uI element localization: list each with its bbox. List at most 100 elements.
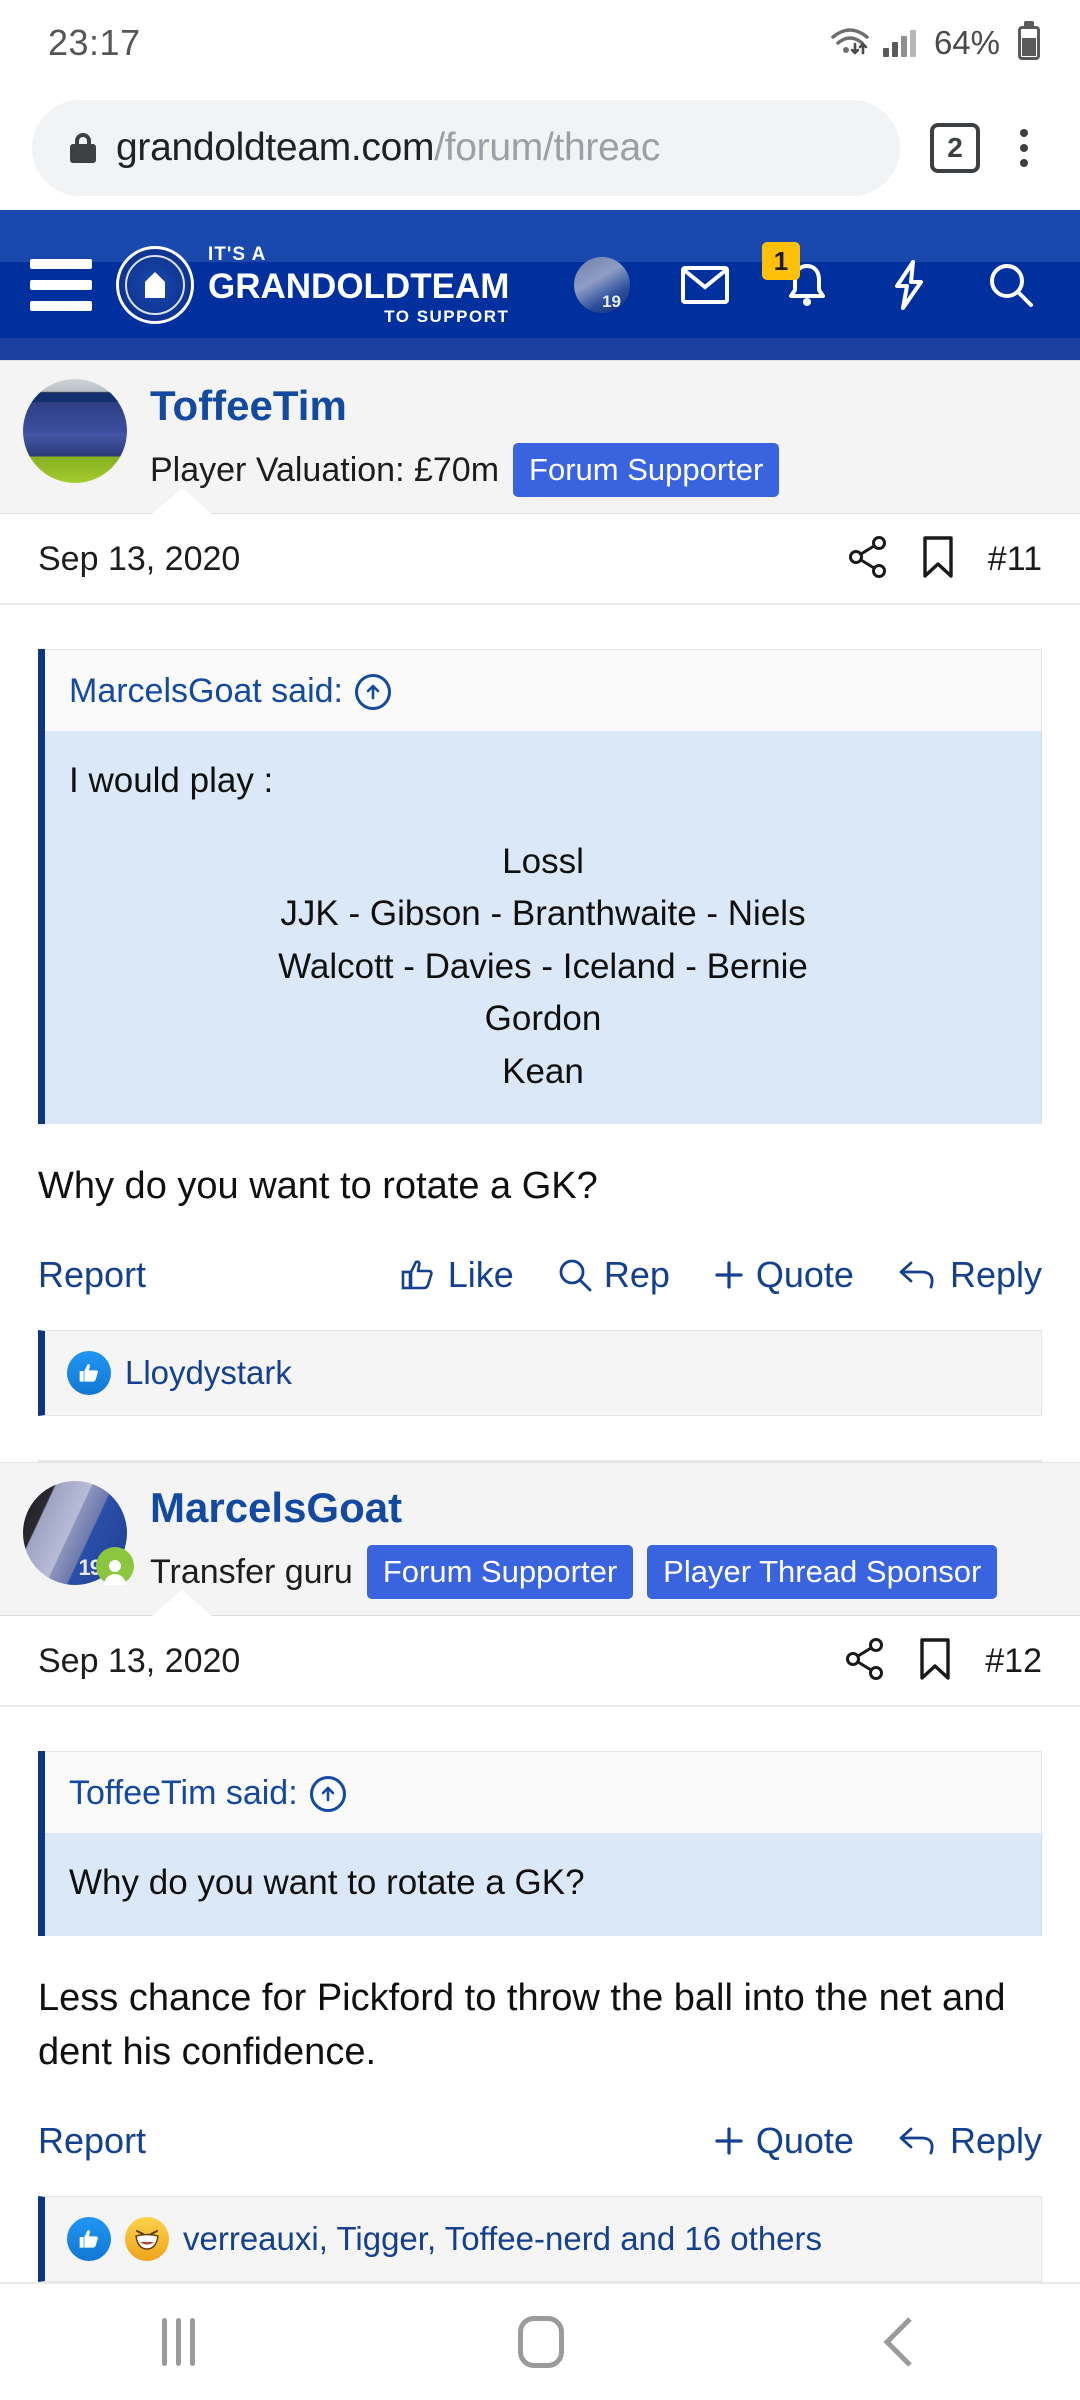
online-status-icon	[96, 1547, 134, 1586]
logo-line-3: TO SUPPORT	[384, 307, 510, 326]
like-reaction-icon	[67, 2216, 111, 2261]
post-body: Why do you want to rotate a GK?	[38, 1165, 598, 1208]
status-bar: 23:17 64%	[0, 0, 1080, 85]
post-username[interactable]: ToffeeTim	[150, 382, 1080, 429]
user-badge-forum-supporter[interactable]: Forum Supporter	[513, 443, 780, 498]
bell-icon[interactable]: 1	[762, 242, 834, 312]
haha-reaction-icon	[125, 2216, 169, 2261]
quote-button[interactable]: Quote	[714, 1254, 854, 1296]
quote-block: MarcelsGoat said: I would play : Lossl J…	[38, 649, 1042, 1125]
stadium-avatar[interactable]	[23, 379, 127, 483]
envelope-icon[interactable]	[678, 258, 732, 312]
back-icon[interactable]	[888, 2318, 918, 2366]
android-nav-bar	[0, 2282, 1080, 2400]
thread-page: ToffeeTim Player Valuation: £70m Forum S…	[0, 360, 1080, 2282]
search-icon[interactable]	[984, 258, 1038, 312]
reply-arrow-icon	[899, 2127, 934, 2155]
quote-line: JJK - Gibson - Branthwaite - Niels	[280, 894, 806, 934]
site-logo[interactable]: IT'S A GRANDOLDTEAM TO SUPPORT	[116, 245, 509, 325]
user-title: Player Valuation: £70m	[150, 450, 500, 489]
quote-label: Quote	[755, 1254, 854, 1296]
battery-percent: 64%	[933, 23, 1000, 61]
report-button[interactable]: Report	[38, 1254, 146, 1296]
post-actions: Report Like Rep Quote Reply	[38, 1214, 1042, 1326]
quote-line: Kean	[502, 1051, 584, 1091]
quote-author-label: ToffeeTim said:	[69, 1774, 298, 1813]
reaction-bar[interactable]: verreauxi, Tigger, Toffee-nerd and 16 ot…	[38, 2195, 1042, 2282]
recents-icon[interactable]	[161, 2318, 195, 2366]
reply-button[interactable]: Reply	[898, 2120, 1042, 2162]
plus-icon	[715, 2127, 743, 2155]
url-domain: grandoldteam.com	[116, 125, 435, 169]
quote-header[interactable]: MarcelsGoat said:	[45, 649, 1042, 732]
jump-to-post-icon[interactable]	[309, 1775, 346, 1812]
post-meta-row: Sep 13, 2020 #12	[0, 1616, 1080, 1708]
post-meta-row: Sep 13, 2020 #11	[0, 514, 1080, 606]
post-username[interactable]: MarcelsGoat	[150, 1484, 1080, 1531]
like-button[interactable]: Like	[400, 1254, 514, 1296]
avatar-wrapper[interactable]	[0, 1481, 150, 1586]
post-user-header: MarcelsGoat Transfer guru Forum Supporte…	[0, 1462, 1080, 1617]
url-bar[interactable]: grandoldteam.com/forum/threac	[32, 99, 900, 196]
post-body: Less chance for Pickford to throw the ba…	[38, 1976, 1006, 2073]
bookmark-icon[interactable]	[922, 536, 954, 583]
site-header: IT'S A GRANDOLDTEAM TO SUPPORT 1	[0, 210, 1080, 360]
header-avatar[interactable]	[574, 257, 630, 313]
magnifier-icon	[559, 1259, 592, 1292]
reply-button[interactable]: Reply	[898, 1254, 1042, 1296]
status-time: 23:17	[48, 21, 141, 63]
avatar-wrapper[interactable]	[0, 379, 150, 483]
share-icon[interactable]	[845, 1638, 885, 1685]
share-icon[interactable]	[848, 536, 888, 583]
home-icon[interactable]	[518, 2316, 565, 2368]
tab-switcher-button[interactable]: 2	[930, 122, 980, 173]
post-actions: Report Quote Reply	[38, 2080, 1042, 2192]
reply-label: Reply	[949, 1254, 1042, 1296]
wifi-icon	[829, 26, 871, 60]
like-label: Like	[447, 1254, 514, 1296]
user-badge-forum-supporter[interactable]: Forum Supporter	[366, 1545, 634, 1600]
crest-icon	[116, 246, 194, 324]
quote-label: Quote	[755, 2119, 854, 2161]
like-reaction-icon	[67, 1351, 111, 1396]
lightning-bolt-icon[interactable]	[882, 258, 936, 312]
reaction-names[interactable]: verreauxi, Tigger, Toffee-nerd and 16 ot…	[183, 2220, 822, 2258]
browser-menu-button[interactable]	[1002, 128, 1046, 167]
post-date[interactable]: Sep 13, 2020	[38, 1642, 240, 1681]
post-12: MarcelsGoat Transfer guru Forum Supporte…	[0, 1462, 1080, 2282]
logo-line-1: IT'S A	[208, 244, 267, 265]
reaction-names[interactable]: Lloydystark	[125, 1354, 292, 1392]
reaction-bar[interactable]: Lloydystark	[38, 1330, 1042, 1417]
quote-line: Lossl	[502, 841, 584, 881]
plus-icon	[715, 1261, 743, 1289]
lock-icon	[70, 132, 96, 163]
quote-header[interactable]: ToffeeTim said:	[45, 1751, 1042, 1834]
jump-to-post-icon[interactable]	[355, 673, 391, 710]
thumbs-up-icon	[401, 1260, 433, 1290]
alerts-badge: 1	[762, 242, 800, 280]
url-text: grandoldteam.com/forum/threac	[116, 126, 660, 170]
rep-label: Rep	[603, 1254, 670, 1296]
quote-line: Gordon	[484, 999, 602, 1039]
quote-body: Why do you want to rotate a GK?	[45, 1833, 1042, 1936]
hamburger-menu-icon[interactable]	[30, 259, 92, 311]
quote-author-label: MarcelsGoat said:	[69, 672, 343, 711]
rep-button[interactable]: Rep	[558, 1254, 670, 1296]
url-path: /forum/threac	[434, 125, 661, 169]
post-number[interactable]: #12	[985, 1642, 1042, 1681]
user-badge-player-thread-sponsor[interactable]: Player Thread Sponsor	[647, 1545, 998, 1600]
post-number[interactable]: #11	[988, 540, 1042, 579]
quote-intro: Why do you want to rotate a GK?	[69, 1863, 585, 1903]
reply-label: Reply	[949, 2119, 1042, 2161]
reply-arrow-icon	[899, 1261, 934, 1289]
bookmark-icon[interactable]	[919, 1638, 951, 1685]
quote-block: ToffeeTim said: Why do you want to rotat…	[38, 1751, 1042, 1936]
logo-line-2: GRANDOLDTEAM	[208, 267, 510, 306]
report-button[interactable]: Report	[38, 2120, 146, 2162]
quote-line: Walcott - Davies - Iceland - Bernie	[278, 946, 808, 986]
post-date[interactable]: Sep 13, 2020	[38, 540, 240, 579]
quote-intro: I would play :	[69, 761, 274, 801]
post-11: ToffeeTim Player Valuation: £70m Forum S…	[0, 360, 1080, 1463]
cellular-signal-icon	[882, 29, 916, 57]
quote-button[interactable]: Quote	[714, 2120, 854, 2162]
